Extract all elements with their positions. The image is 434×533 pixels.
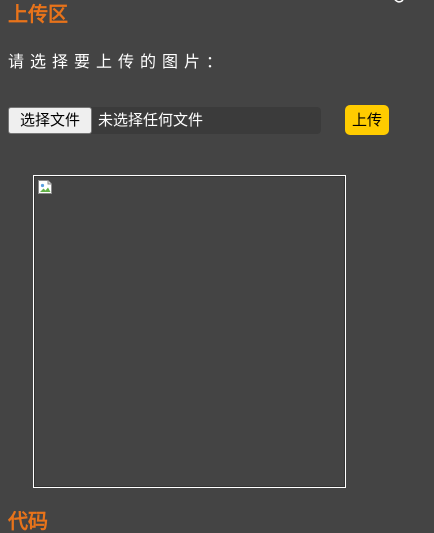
choose-file-button[interactable]: 选择文件: [8, 107, 92, 134]
upload-button[interactable]: 上传: [345, 105, 389, 135]
broken-image-icon: [38, 180, 52, 194]
corner-mark-icon: [394, 0, 404, 3]
image-preview: [33, 175, 346, 488]
upload-section-title: 上传区: [8, 2, 68, 26]
code-section-title: 代码: [8, 509, 48, 533]
file-status-text: 未选择任何文件: [98, 111, 204, 129]
file-input[interactable]: 选择文件 未选择任何文件: [8, 107, 321, 134]
upload-prompt: 请选择要上传的图片：: [8, 52, 229, 71]
